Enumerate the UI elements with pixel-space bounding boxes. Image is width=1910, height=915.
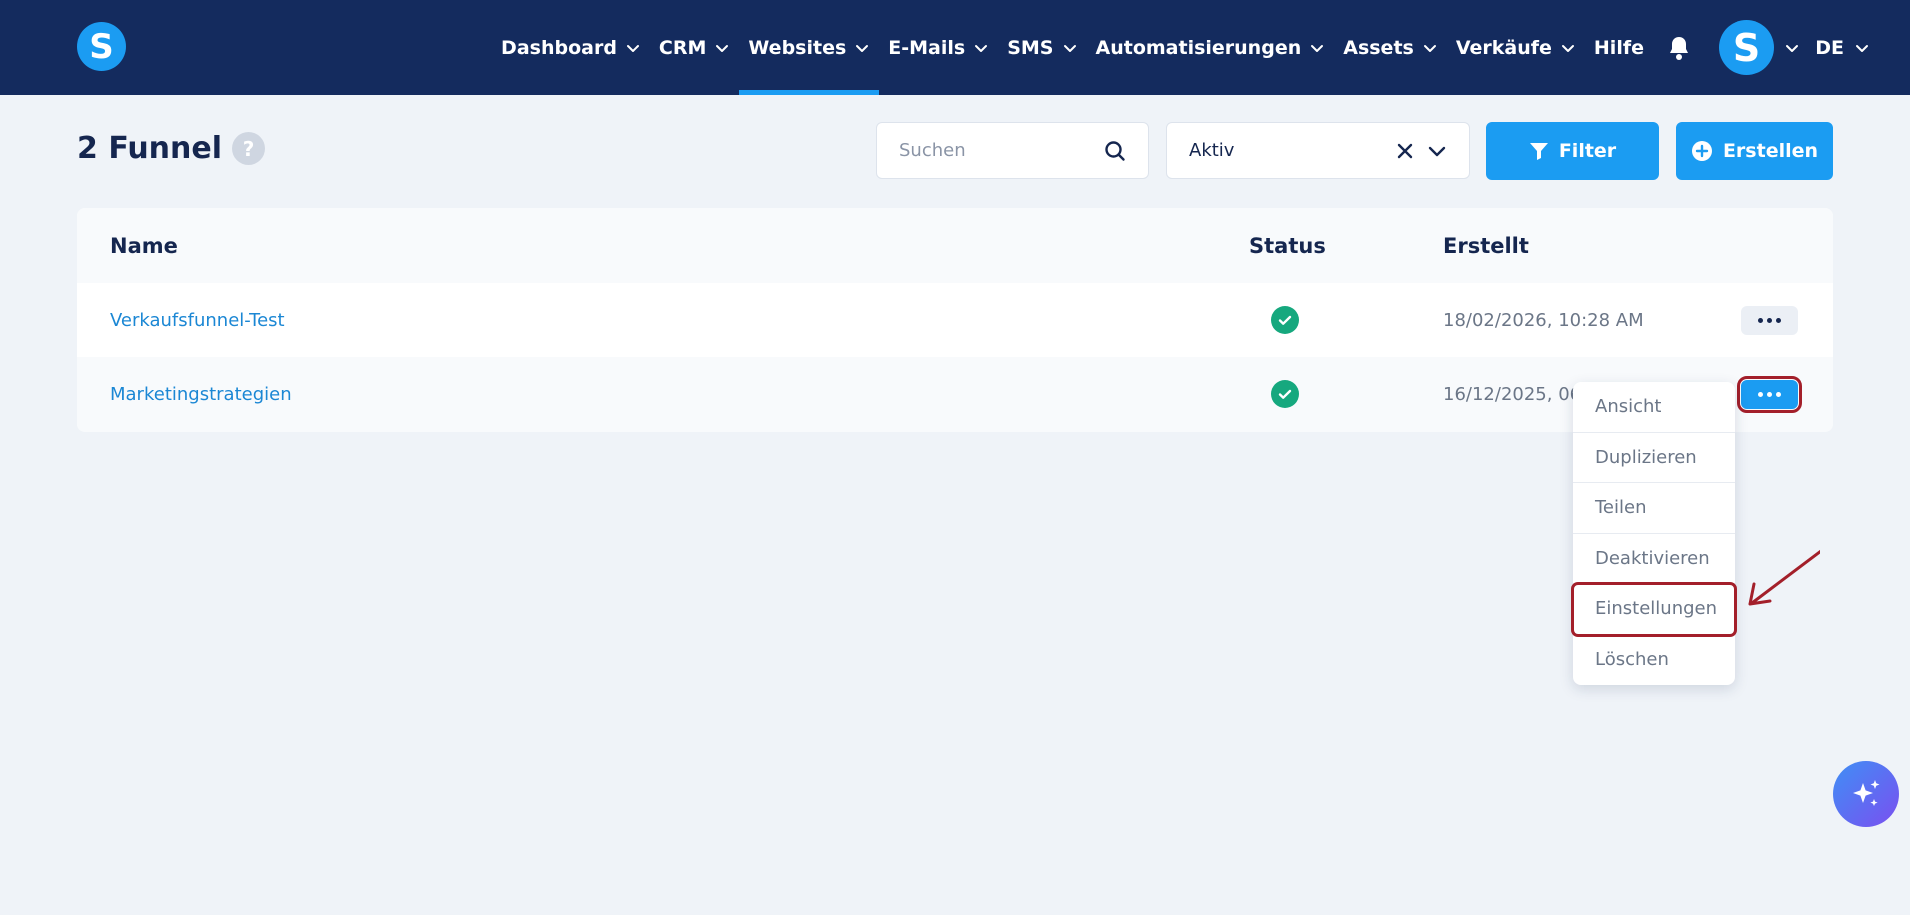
- language-switcher[interactable]: DE: [1815, 0, 1870, 95]
- help-icon[interactable]: ?: [232, 132, 266, 165]
- chevron-down-icon: [1062, 40, 1078, 56]
- search-input[interactable]: [899, 140, 1089, 161]
- avatar-letter: S: [1732, 25, 1761, 70]
- check-circle-icon: [1271, 380, 1299, 408]
- plus-circle-icon: [1691, 140, 1713, 162]
- search-box: [876, 122, 1149, 179]
- logo-letter: S: [89, 26, 114, 67]
- menu-item-delete[interactable]: Löschen: [1573, 635, 1735, 686]
- page-title-text: 2 Funnel: [77, 131, 223, 166]
- more-dot: [1776, 317, 1781, 323]
- nav-item-help[interactable]: Hilfe: [1585, 0, 1653, 95]
- page-title: 2 Funnel ?: [77, 131, 266, 166]
- bell-icon[interactable]: [1659, 0, 1699, 95]
- nav-item-dashboard[interactable]: Dashboard: [492, 0, 650, 95]
- avatar: S: [1719, 20, 1774, 75]
- annotation-arrow-icon: [1748, 549, 1820, 606]
- nav-label: CRM: [658, 36, 707, 59]
- menu-item-settings[interactable]: Einstellungen: [1571, 582, 1737, 637]
- nav-label: E-Mails: [888, 36, 966, 59]
- nav-item-assets[interactable]: Assets: [1334, 0, 1447, 95]
- chevron-down-icon: [1422, 40, 1438, 56]
- table-header: Name Status Erstellt: [77, 208, 1833, 283]
- chevron-down-icon: [625, 40, 641, 56]
- filter-label: Filter: [1558, 140, 1617, 162]
- table-row[interactable]: Verkaufsfunnel-Test 18/02/2026, 10:28 AM: [77, 283, 1833, 357]
- menu-item-view[interactable]: Ansicht: [1573, 382, 1735, 433]
- chevron-down-icon: [854, 40, 870, 56]
- app-logo[interactable]: S: [77, 22, 126, 71]
- more-dot: [1767, 317, 1772, 323]
- help-glyph: ?: [242, 136, 255, 161]
- filter-button[interactable]: Filter: [1486, 122, 1659, 180]
- chevron-down-icon: [1784, 40, 1800, 56]
- nav-label: SMS: [1007, 36, 1054, 59]
- nav-label: Hilfe: [1593, 36, 1644, 59]
- table-row[interactable]: Marketingstrategien 16/12/2025, 06:: [77, 357, 1833, 431]
- nav-label: Websites: [748, 36, 847, 59]
- nav-item-emails[interactable]: E-Mails: [879, 0, 998, 95]
- select-actions: [1397, 141, 1447, 161]
- nav-item-crm[interactable]: CRM: [650, 0, 739, 95]
- check-circle-icon: [1271, 306, 1299, 334]
- search-icon[interactable]: [1104, 140, 1126, 162]
- ai-assistant-button[interactable]: [1833, 761, 1899, 827]
- column-header-name[interactable]: Name: [110, 234, 178, 258]
- funnel-table: Name Status Erstellt Verkaufsfunnel-Test…: [77, 208, 1833, 432]
- column-header-status[interactable]: Status: [1249, 234, 1326, 258]
- create-label: Erstellen: [1722, 140, 1819, 162]
- nav-label: Assets: [1343, 36, 1414, 59]
- menu-item-deactivate[interactable]: Deaktivieren: [1573, 534, 1735, 584]
- main-nav: Dashboard CRM Websites E-Mails SMS Autom…: [492, 0, 1800, 95]
- funnel-name-link[interactable]: Verkaufsfunnel-Test: [110, 310, 285, 331]
- menu-item-duplicate[interactable]: Duplizieren: [1573, 433, 1735, 483]
- row-actions-button[interactable]: [1741, 305, 1798, 335]
- status-filter-value: Aktiv: [1189, 140, 1235, 161]
- language-label: DE: [1815, 36, 1844, 59]
- user-menu[interactable]: S: [1719, 20, 1800, 75]
- more-dot: [1758, 391, 1763, 397]
- chevron-down-icon: [1309, 40, 1325, 56]
- row-actions-button[interactable]: [1737, 375, 1802, 413]
- nav-item-sms[interactable]: SMS: [998, 0, 1086, 95]
- row-actions-menu: Ansicht Duplizieren Teilen Deaktivieren …: [1571, 382, 1737, 686]
- nav-item-automations[interactable]: Automatisierungen: [1087, 0, 1335, 95]
- clear-icon[interactable]: [1397, 143, 1413, 159]
- more-dot: [1776, 391, 1781, 397]
- more-dot: [1758, 317, 1763, 323]
- chevron-down-icon: [714, 40, 730, 56]
- nav-item-websites[interactable]: Websites: [739, 0, 880, 95]
- created-date: 16/12/2025, 06:: [1443, 383, 1588, 405]
- chevron-down-icon: [973, 40, 989, 56]
- created-date: 18/02/2026, 10:28 AM: [1443, 309, 1644, 331]
- nav-label: Dashboard: [501, 36, 617, 59]
- funnel-name-link[interactable]: Marketingstrategien: [110, 384, 292, 405]
- column-header-created[interactable]: Erstellt: [1443, 234, 1529, 258]
- nav-label: Verkäufe: [1455, 36, 1552, 59]
- top-navigation-bar: S Dashboard CRM Websites E-Mails SMS Aut…: [0, 0, 1910, 95]
- sparkle-icon: [1849, 777, 1883, 811]
- chevron-down-icon: [1560, 40, 1576, 56]
- nav-label: Automatisierungen: [1095, 36, 1302, 59]
- nav-item-sales[interactable]: Verkäufe: [1447, 0, 1585, 95]
- status-filter-select[interactable]: Aktiv: [1166, 122, 1470, 179]
- chevron-down-icon[interactable]: [1427, 141, 1447, 161]
- create-button[interactable]: Erstellen: [1676, 122, 1833, 180]
- chevron-down-icon: [1854, 40, 1870, 56]
- more-dot: [1767, 391, 1772, 397]
- filter-icon: [1529, 141, 1549, 161]
- menu-item-share[interactable]: Teilen: [1573, 483, 1735, 534]
